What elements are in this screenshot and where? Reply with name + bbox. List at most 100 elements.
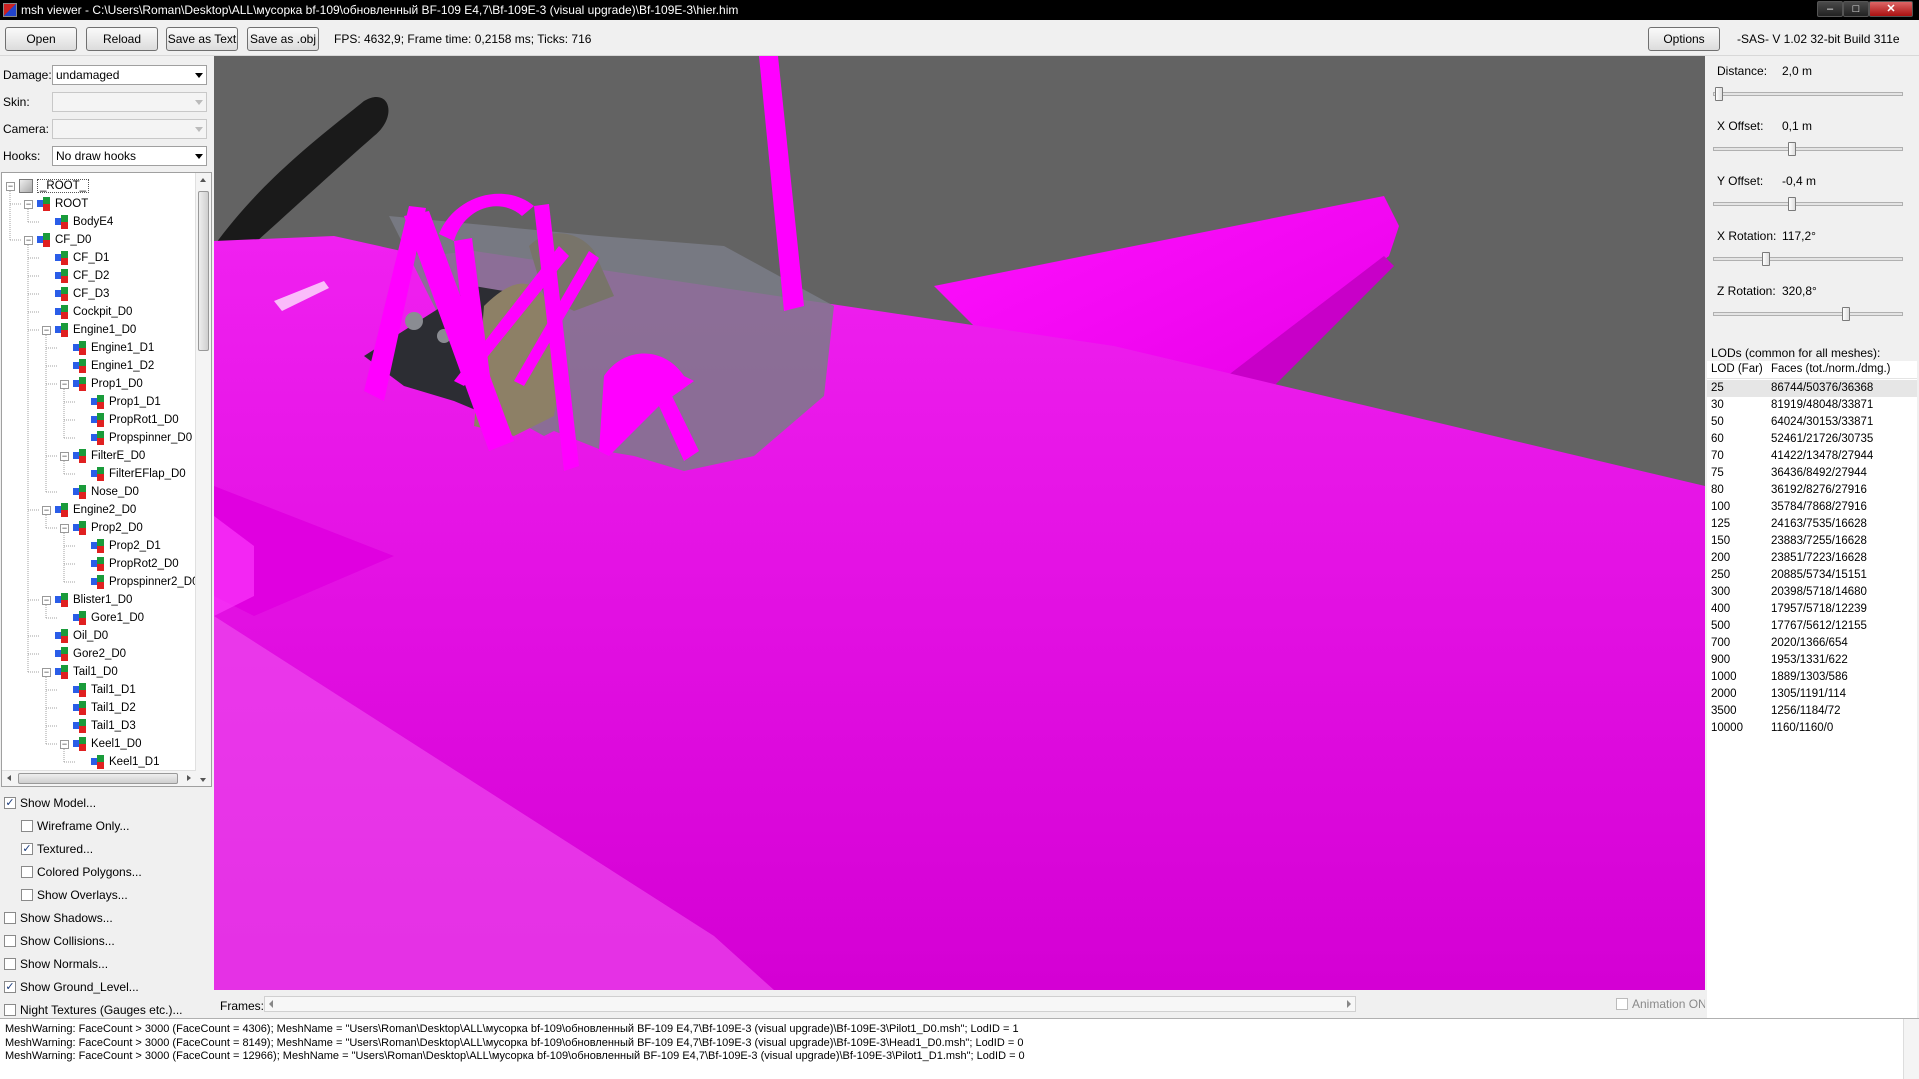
option-checkbox[interactable]: Wireframe Only... <box>21 817 129 835</box>
lod-row[interactable]: 60 52461/21726/30735 <box>1707 431 1917 448</box>
tree-node[interactable]: − ROOT <box>24 195 88 213</box>
tree-node[interactable]: Nose_D0 <box>60 483 139 501</box>
tree-node[interactable]: − Engine1_D0 <box>42 321 136 339</box>
collapse-icon[interactable]: − <box>24 235 33 245</box>
tree-node[interactable]: Engine1_D2 <box>60 357 154 375</box>
lod-row[interactable]: 500 17767/5612/12155 <box>1707 618 1917 635</box>
collapse-icon[interactable]: − <box>6 181 15 191</box>
option-checkbox[interactable]: ✓ Show Model... <box>4 794 96 812</box>
tree-node[interactable]: − Blister1_D0 <box>42 591 132 609</box>
checkbox-box[interactable] <box>4 958 16 970</box>
save-as-text-button[interactable]: Save as Text <box>166 27 238 51</box>
collapse-icon[interactable]: − <box>24 199 33 209</box>
tree-node[interactable]: − Keel1_D0 <box>60 735 142 753</box>
slider-knob[interactable] <box>1762 252 1770 266</box>
tree-node[interactable]: Tail1_D2 <box>60 699 136 717</box>
3d-viewport[interactable] <box>214 56 1705 990</box>
slider-track[interactable] <box>1713 257 1903 261</box>
mesh-tree[interactable]: − _ROOT_ − ROOT BodyE4− CF_D0 CF_D1 CF_D2 CF_D3 C… <box>1 172 212 787</box>
tree-node[interactable]: Gore1_D0 <box>60 609 144 627</box>
lod-row[interactable]: 25 86744/50376/36368 <box>1707 380 1917 397</box>
lod-row[interactable]: 10000 1160/1160/0 <box>1707 720 1917 737</box>
lod-table[interactable]: LOD (Far) Faces (tot./norm./dmg.) 25 8674… <box>1707 361 1917 1018</box>
lod-row[interactable]: 3500 1256/1184/72 <box>1707 703 1917 720</box>
animation-checkbox[interactable]: Animation ON <box>1616 995 1707 1013</box>
option-checkbox[interactable]: Show Shadows... <box>4 909 113 927</box>
checkbox-box[interactable] <box>4 935 16 947</box>
checkmark-icon[interactable]: ✓ <box>4 981 16 993</box>
view-slider[interactable] <box>1713 307 1903 321</box>
damage-select[interactable]: undamaged <box>52 65 207 85</box>
view-slider[interactable] <box>1713 197 1903 211</box>
tree-node[interactable]: Cockpit_D0 <box>42 303 132 321</box>
slider-track[interactable] <box>1713 92 1903 96</box>
lod-row[interactable]: 900 1953/1331/622 <box>1707 652 1917 669</box>
tree-node[interactable]: Keel1_D1 <box>78 753 160 771</box>
skin-select[interactable] <box>52 92 207 112</box>
lod-row[interactable]: 70 41422/13478/27944 <box>1707 448 1917 465</box>
checkbox-box[interactable] <box>1616 998 1628 1010</box>
option-checkbox[interactable]: Colored Polygons... <box>21 863 142 881</box>
checkmark-icon[interactable]: ✓ <box>4 797 16 809</box>
maximize-button[interactable]: □ <box>1843 1 1869 17</box>
lod-row[interactable]: 250 20885/5734/15151 <box>1707 567 1917 584</box>
collapse-icon[interactable]: − <box>42 505 51 515</box>
options-button[interactable]: Options <box>1648 27 1720 51</box>
option-checkbox[interactable]: Show Normals... <box>4 955 108 973</box>
hooks-select[interactable]: No draw hooks <box>52 146 207 166</box>
option-checkbox[interactable]: ✓ Show Ground_Level... <box>4 978 139 996</box>
option-checkbox[interactable]: ✓ Textured... <box>21 840 93 858</box>
save-as-obj-button[interactable]: Save as .obj <box>247 27 319 51</box>
checkbox-box[interactable] <box>4 1004 16 1016</box>
checkbox-box[interactable] <box>21 820 33 832</box>
scroll-left-icon[interactable] <box>7 775 11 781</box>
tree-node[interactable]: − Prop1_D0 <box>60 375 143 393</box>
slider-knob[interactable] <box>1715 87 1723 101</box>
minimize-button[interactable]: – <box>1817 1 1843 17</box>
slider-track[interactable] <box>1713 312 1903 316</box>
lod-row[interactable]: 150 23883/7255/16628 <box>1707 533 1917 550</box>
lod-row[interactable]: 200 23851/7223/16628 <box>1707 550 1917 567</box>
tree-node[interactable]: CF_D2 <box>42 267 109 285</box>
option-checkbox[interactable]: Night Textures (Gauges etc.)... <box>4 1001 183 1019</box>
collapse-icon[interactable]: − <box>42 595 51 605</box>
tree-horizontal-scrollbar[interactable] <box>2 770 196 786</box>
scroll-up-icon[interactable] <box>200 178 206 182</box>
lod-row[interactable]: 300 20398/5718/14680 <box>1707 584 1917 601</box>
tree-node[interactable]: Tail1_D1 <box>60 681 136 699</box>
lod-row[interactable]: 125 24163/7535/16628 <box>1707 516 1917 533</box>
lod-row[interactable]: 400 17957/5718/12239 <box>1707 601 1917 618</box>
tree-node[interactable]: Prop1_D1 <box>78 393 161 411</box>
tree-node[interactable]: CF_D3 <box>42 285 109 303</box>
lod-row[interactable]: 700 2020/1366/654 <box>1707 635 1917 652</box>
tree-node[interactable]: − Engine2_D0 <box>42 501 136 519</box>
lod-row[interactable]: 75 36436/8492/27944 <box>1707 465 1917 482</box>
tree-node[interactable]: Prop2_D1 <box>78 537 161 555</box>
tree-vertical-scrollbar[interactable] <box>195 173 211 786</box>
slider-knob[interactable] <box>1788 142 1796 156</box>
tree-node[interactable]: Propspinner2_D0 <box>78 573 199 591</box>
lod-row[interactable]: 80 36192/8276/27916 <box>1707 482 1917 499</box>
scroll-right-icon[interactable] <box>187 775 191 781</box>
frames-slider[interactable] <box>264 996 1356 1012</box>
checkbox-box[interactable] <box>4 912 16 924</box>
lod-row[interactable]: 1000 1889/1303/586 <box>1707 669 1917 686</box>
tree-node[interactable]: FilterEFlap_D0 <box>78 465 186 483</box>
close-button[interactable]: ✕ <box>1869 1 1913 17</box>
checkmark-icon[interactable]: ✓ <box>21 843 33 855</box>
view-slider[interactable] <box>1713 252 1903 266</box>
slider-track[interactable] <box>1713 147 1903 151</box>
tree-node[interactable]: Gore2_D0 <box>42 645 126 663</box>
tree-node[interactable]: − _ROOT_ <box>6 177 90 195</box>
collapse-icon[interactable]: − <box>60 379 69 389</box>
lod-row[interactable]: 100 35784/7868/27916 <box>1707 499 1917 516</box>
tree-node[interactable]: PropRot2_D0 <box>78 555 179 573</box>
open-button[interactable]: Open <box>5 27 77 51</box>
collapse-icon[interactable]: − <box>60 739 69 749</box>
option-checkbox[interactable]: Show Overlays... <box>21 886 128 904</box>
slider-knob[interactable] <box>1842 307 1850 321</box>
slider-track[interactable] <box>1713 202 1903 206</box>
lod-column-header[interactable]: LOD (Far) <box>1711 363 1763 375</box>
tree-node[interactable]: − Tail1_D0 <box>42 663 118 681</box>
tree-node[interactable]: PropRot1_D0 <box>78 411 179 429</box>
